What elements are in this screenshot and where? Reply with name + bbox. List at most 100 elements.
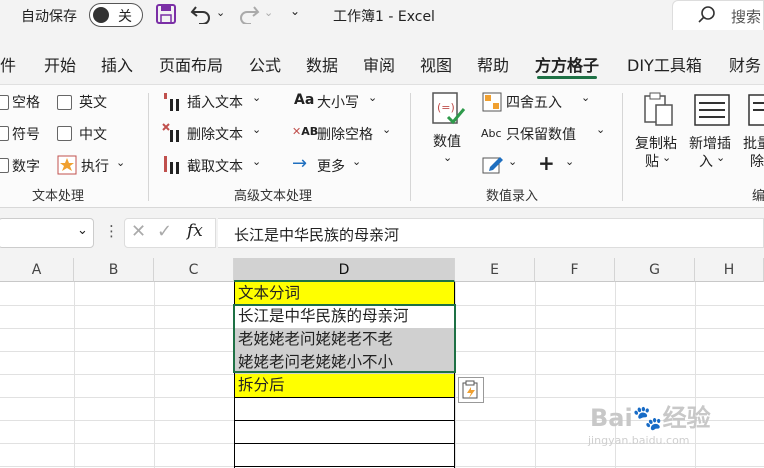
more-options-icon[interactable]: ⋮ [104,222,119,240]
name-box[interactable]: ⌄ [0,218,94,248]
cell-d6[interactable]: 拆分后 [234,374,455,397]
plus-dropdown-icon[interactable]: ⌄ [565,155,574,168]
worksheet-grid[interactable]: A B C D E F G H 文本分词 长江是中华民族的母亲河 老姥姥老问姥姥… [0,258,764,468]
tab-finance[interactable]: 财务 [729,52,761,76]
selection-outline [233,304,456,373]
ribbon-tabs: 件 开始 插入 页面布局 公式 数据 审阅 视图 帮助 方方格子 DIY工具箱 … [0,44,764,80]
cell-border [234,443,455,444]
copy-paste-label-1[interactable]: 复制粘 [635,133,677,153]
number-checkbox[interactable] [0,158,9,173]
new-insert-label-1[interactable]: 新增插 [689,133,731,153]
value-dropdown-icon[interactable]: ⌄ [443,151,452,164]
english-label: 英文 [79,95,107,111]
tab-view[interactable]: 视图 [420,52,452,76]
search-placeholder: 搜索 [731,8,762,26]
search-icon [697,5,717,29]
execute-dropdown-icon[interactable]: ⌄ [116,156,125,169]
tab-insert[interactable]: 插入 [101,52,133,76]
round-button[interactable]: 四舍五入 [506,92,562,112]
column-header-f[interactable]: F [535,258,615,282]
enter-icon[interactable]: ✓ [157,221,172,242]
redo-dropdown-icon[interactable]: ⌄ [264,6,273,19]
column-header-e[interactable]: E [455,258,535,282]
edit-dropdown-icon[interactable]: ⌄ [508,155,517,168]
grid-line [535,282,536,468]
column-header-b[interactable]: B [74,258,154,282]
cell-d9[interactable] [234,443,455,466]
execute-button[interactable]: 执行 [81,156,109,176]
save-icon[interactable] [156,3,176,29]
tab-page-layout[interactable]: 页面布局 [159,52,223,76]
plus-icon[interactable]: + [538,151,555,175]
tab-help[interactable]: 帮助 [477,52,509,76]
search-box[interactable]: 搜索 [672,0,764,30]
cell-d7[interactable] [234,397,455,420]
paste-options-button[interactable] [458,377,484,403]
name-box-dropdown-icon[interactable]: ⌄ [77,223,88,238]
formula-bar: ⌄ ⋮ ✕ ✓ fx 长江是中华民族的母亲河 [0,216,764,250]
copy-paste-dropdown-icon[interactable]: ⌄ [662,151,671,164]
english-checkbox[interactable] [57,95,72,110]
insert-text-button[interactable]: 插入文本 [187,92,243,112]
cell-d2[interactable]: 文本分词 [234,282,455,305]
extract-text-icon [162,154,182,180]
undo-dropdown-icon[interactable]: ⌄ [216,6,225,19]
chinese-label: 中文 [79,127,107,143]
redo-icon[interactable] [238,4,260,28]
delete-text-dropdown-icon[interactable]: ⌄ [252,123,261,136]
tab-file[interactable]: 件 [0,52,16,76]
number-label: 数字 [12,159,40,175]
group-separator [622,93,623,201]
num-group-label: 数值录入 [486,189,539,204]
keep-values-button[interactable]: 只保留数值 [506,124,576,144]
new-insert-dropdown-icon[interactable]: ⌄ [716,151,725,164]
space-checkbox[interactable] [0,95,9,110]
tab-data[interactable]: 数据 [306,52,338,76]
cell-d8[interactable] [234,420,455,443]
edit-icon[interactable] [482,155,504,179]
tab-review[interactable]: 审阅 [363,52,395,76]
new-insert-label-2[interactable]: 入 [699,151,713,171]
case-button[interactable]: 大小写 [317,92,359,112]
delete-space-button[interactable]: 删除空格 [317,124,373,144]
extract-text-dropdown-icon[interactable]: ⌄ [252,155,261,168]
active-tab-underline [537,76,597,79]
grid-line [695,282,696,468]
document-title: 工作簿1 - Excel [333,9,435,25]
chinese-checkbox[interactable] [57,126,72,141]
column-header-h[interactable]: H [695,258,764,282]
tab-fangfang[interactable]: 方方格子 [535,52,599,76]
delete-text-button[interactable]: 删除文本 [187,124,243,144]
formula-input[interactable]: 长江是中华民族的母亲河 [218,218,764,248]
keep-values-dropdown-icon[interactable]: ⌄ [596,123,605,136]
column-header-d[interactable]: D [234,258,455,282]
insert-function-icon[interactable]: fx [187,221,203,241]
customize-qat-icon[interactable]: ⌄ [290,4,300,18]
more-dropdown-icon[interactable]: ⌄ [352,155,361,168]
column-header-a[interactable]: A [0,258,74,282]
more-button[interactable]: 更多 [317,156,345,176]
delete-space-dropdown-icon[interactable]: ⌄ [382,123,391,136]
batch-delete-label-1[interactable]: 批量 [743,133,764,153]
copy-paste-label-2[interactable]: 贴 [645,151,659,171]
grid-line [74,282,75,468]
tab-diy-toolbox[interactable]: DIY工具箱 [627,52,702,76]
undo-icon[interactable] [190,4,212,28]
case-icon: Aa [294,92,315,108]
round-dropdown-icon[interactable]: ⌄ [581,91,590,104]
value-button[interactable]: 数值 [433,131,461,151]
cancel-icon[interactable]: ✕ [131,221,146,242]
autosave-toggle[interactable]: 关 [89,3,143,27]
grid-line [154,282,155,468]
insert-text-dropdown-icon[interactable]: ⌄ [252,91,261,104]
extract-text-button[interactable]: 截取文本 [187,156,243,176]
batch-delete-label-2[interactable]: 除 [750,151,764,171]
column-header-c[interactable]: C [154,258,234,282]
symbol-checkbox[interactable] [0,126,9,141]
group-separator [148,93,149,201]
execute-icon[interactable] [57,155,77,179]
tab-formulas[interactable]: 公式 [249,52,281,76]
case-dropdown-icon[interactable]: ⌄ [368,91,377,104]
tab-home[interactable]: 开始 [44,52,76,76]
column-header-g[interactable]: G [615,258,695,282]
